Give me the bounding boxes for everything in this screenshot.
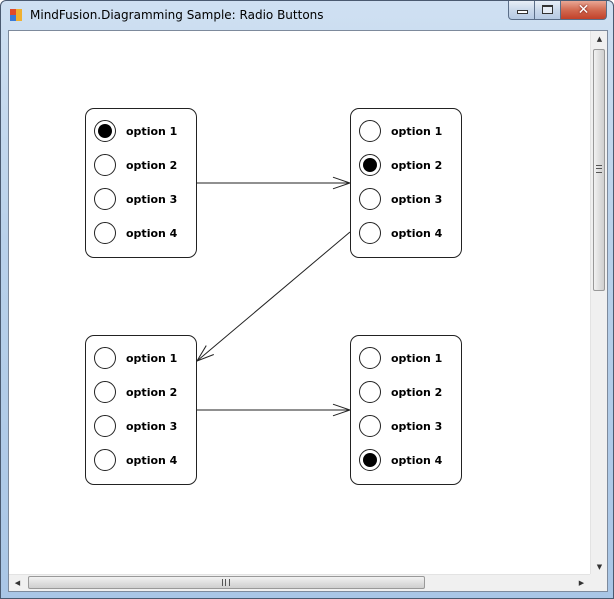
radio-option[interactable]: option 3 xyxy=(94,414,177,438)
scroll-up-arrow-icon: ▲ xyxy=(596,35,603,43)
radio-button[interactable] xyxy=(359,415,381,437)
scroll-right-arrow-icon: ▶ xyxy=(578,579,585,587)
caption-buttons: ✕ xyxy=(508,1,607,21)
radio-option[interactable]: option 2 xyxy=(94,380,177,404)
radio-button[interactable] xyxy=(359,120,381,142)
radio-button-checked[interactable] xyxy=(359,154,381,176)
radio-option-label: option 1 xyxy=(391,351,443,365)
radio-option-label: option 4 xyxy=(126,226,178,240)
radio-option[interactable]: option 1 xyxy=(94,119,177,143)
scroll-down-arrow-icon: ▼ xyxy=(596,563,603,571)
radio-button[interactable] xyxy=(94,415,116,437)
radio-option-label: option 2 xyxy=(126,158,178,172)
application-window: MindFusion.Diagramming Sample: Radio But… xyxy=(0,0,614,599)
window-title: MindFusion.Diagramming Sample: Radio But… xyxy=(30,8,324,22)
scroll-right-button[interactable]: ▶ xyxy=(573,575,590,591)
diagram-view[interactable]: option 1 option 2 option 3 option 4 option 1… xyxy=(8,30,608,592)
radio-option-label: option 2 xyxy=(391,385,443,399)
radio-option-label: option 2 xyxy=(391,158,443,172)
radio-option-label: option 4 xyxy=(391,226,443,240)
node-top-right[interactable]: option 1 option 2 option 3 option 4 xyxy=(350,108,462,258)
radio-option-label: option 3 xyxy=(391,419,443,433)
node-top-left[interactable]: option 1 option 2 option 3 option 4 xyxy=(85,108,197,258)
radio-option[interactable]: option 2 xyxy=(94,153,177,177)
node-bottom-left[interactable]: option 1 option 2 option 3 option 4 xyxy=(85,335,197,485)
radio-option[interactable]: option 3 xyxy=(94,187,177,211)
radio-button[interactable] xyxy=(94,381,116,403)
link-line xyxy=(196,231,351,362)
horizontal-scrollbar[interactable]: ◀ ▶ xyxy=(9,574,592,591)
radio-button[interactable] xyxy=(359,347,381,369)
radio-option-label: option 1 xyxy=(126,351,178,365)
close-icon: ✕ xyxy=(577,2,590,18)
radio-option[interactable]: option 1 xyxy=(359,119,442,143)
radio-button[interactable] xyxy=(94,188,116,210)
vertical-scrollbar[interactable]: ▲ ▼ xyxy=(590,31,607,576)
scroll-up-button[interactable]: ▲ xyxy=(591,31,607,48)
close-button[interactable]: ✕ xyxy=(561,1,607,20)
radio-button[interactable] xyxy=(94,449,116,471)
vertical-scroll-thumb[interactable] xyxy=(593,49,605,291)
radio-option[interactable]: option 4 xyxy=(359,221,442,245)
radio-dot-icon xyxy=(98,124,112,138)
radio-button[interactable] xyxy=(94,154,116,176)
radio-option[interactable]: option 1 xyxy=(359,346,442,370)
link-arrow[interactable] xyxy=(195,231,351,362)
radio-option-label: option 3 xyxy=(391,192,443,206)
diagram-canvas[interactable]: option 1 option 2 option 3 option 4 option 1… xyxy=(9,31,592,576)
maximize-button[interactable] xyxy=(535,1,561,20)
radio-option[interactable]: option 3 xyxy=(359,414,442,438)
radio-option-label: option 1 xyxy=(391,124,443,138)
radio-option-label: option 3 xyxy=(126,419,178,433)
radio-option[interactable]: option 1 xyxy=(94,346,177,370)
maximize-icon xyxy=(542,5,553,14)
scroll-left-arrow-icon: ◀ xyxy=(14,579,21,587)
radio-option-label: option 2 xyxy=(126,385,178,399)
scroll-left-button[interactable]: ◀ xyxy=(9,575,26,591)
radio-option[interactable]: option 3 xyxy=(359,187,442,211)
node-bottom-right[interactable]: option 1 option 2 option 3 option 4 xyxy=(350,335,462,485)
radio-button[interactable] xyxy=(359,188,381,210)
radio-button[interactable] xyxy=(359,222,381,244)
radio-option[interactable]: option 2 xyxy=(359,380,442,404)
minimize-icon xyxy=(517,10,528,14)
radio-button-checked[interactable] xyxy=(359,449,381,471)
link-arrow[interactable] xyxy=(197,403,352,417)
grip-icon xyxy=(596,165,602,173)
radio-option-label: option 4 xyxy=(126,453,178,467)
radio-button[interactable] xyxy=(94,222,116,244)
radio-dot-icon xyxy=(363,453,377,467)
title-bar[interactable]: MindFusion.Diagramming Sample: Radio But… xyxy=(1,1,613,30)
radio-button-checked[interactable] xyxy=(94,120,116,142)
link-arrow[interactable] xyxy=(197,176,352,190)
radio-button[interactable] xyxy=(94,347,116,369)
radio-option-label: option 4 xyxy=(391,453,443,467)
radio-option-label: option 1 xyxy=(126,124,178,138)
radio-option[interactable]: option 4 xyxy=(359,448,442,472)
app-icon[interactable] xyxy=(10,9,23,22)
horizontal-scroll-thumb[interactable] xyxy=(28,576,425,589)
radio-dot-icon xyxy=(363,158,377,172)
radio-option-label: option 3 xyxy=(126,192,178,206)
radio-option[interactable]: option 4 xyxy=(94,448,177,472)
grip-icon xyxy=(222,579,230,586)
radio-button[interactable] xyxy=(359,381,381,403)
scrollbar-corner xyxy=(590,574,607,591)
minimize-button[interactable] xyxy=(508,1,535,20)
radio-option[interactable]: option 4 xyxy=(94,221,177,245)
radio-option[interactable]: option 2 xyxy=(359,153,442,177)
